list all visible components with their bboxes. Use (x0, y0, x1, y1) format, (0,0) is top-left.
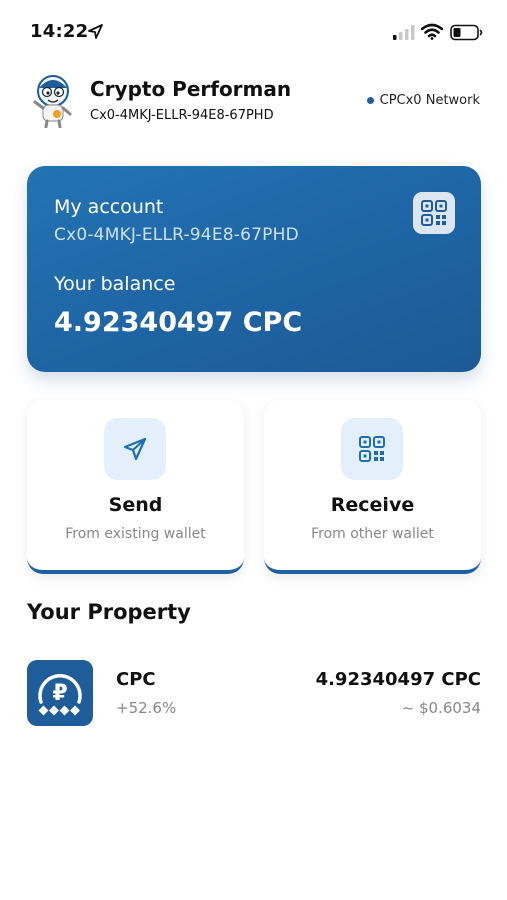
send-subtitle: From existing wallet (65, 526, 206, 542)
qr-code-button[interactable] (413, 192, 455, 234)
network-label: CPCx0 Network (379, 93, 480, 108)
account-card: My account Cx0-4MKJ-ELLR-94E8-67PHD Your… (27, 166, 481, 372)
wifi-icon (421, 23, 443, 40)
balance-value: 4.92340497 CPC (54, 307, 303, 338)
coin-fiat-value: ~ $0.6034 (401, 699, 481, 717)
cpc-coin-icon: ₽ (27, 660, 93, 726)
network-status-dot (366, 97, 374, 104)
mascot-avatar-icon[interactable] (28, 74, 78, 128)
receive-subtitle: From other wallet (311, 526, 434, 542)
coin-name: CPC (116, 669, 156, 690)
wallet-header: Crypto Performan Cx0-4MKJ-ELLR-94E8-67PH… (0, 72, 507, 132)
receive-icon-box (341, 418, 403, 480)
send-button[interactable]: Send From existing wallet (27, 400, 244, 574)
qr-code-icon (359, 436, 385, 462)
coin-change: +52.6% (116, 699, 177, 717)
cellular-signal-icon (393, 25, 415, 40)
property-list-item[interactable]: ₽ CPC +52.6% 4.92340497 CPC ~ $0.6034 (27, 660, 481, 726)
qr-code-icon (421, 200, 447, 226)
coin-amount: 4.92340497 CPC (315, 669, 481, 690)
account-address[interactable]: Cx0-4MKJ-ELLR-94E8-67PHD (54, 225, 299, 245)
battery-icon (450, 24, 483, 41)
location-arrow-icon (88, 24, 103, 39)
send-title: Send (108, 494, 163, 516)
send-arrow-icon (123, 437, 147, 461)
balance-label: Your balance (54, 273, 176, 295)
property-section-title: Your Property (27, 600, 191, 624)
network-indicator[interactable]: CPCx0 Network (366, 93, 480, 108)
receive-title: Receive (330, 494, 415, 516)
status-time: 14:22 (30, 21, 89, 42)
status-bar: 14:22 (0, 0, 507, 64)
receive-button[interactable]: Receive From other wallet (264, 400, 481, 574)
svg-text:₽: ₽ (52, 681, 67, 706)
wallet-address: Cx0-4MKJ-ELLR-94E8-67PHD (90, 108, 274, 123)
send-icon-box (104, 418, 166, 480)
wallet-name: Crypto Performan (90, 77, 292, 101)
account-label: My account (54, 196, 164, 218)
